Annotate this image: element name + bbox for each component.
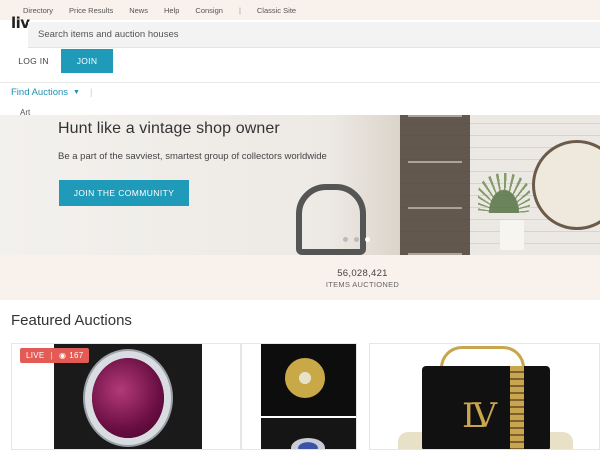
nav-divider: |: [89, 87, 93, 98]
caret-down-icon: ▼: [73, 89, 80, 96]
featured-auction-card[interactable]: [241, 343, 357, 450]
auction-image: [261, 344, 356, 416]
carousel-dot-active[interactable]: [365, 237, 370, 242]
items-auctioned-label: ITEMS AUCTIONED: [325, 280, 400, 289]
featured-auction-card[interactable]: LIVE | ◉ 167: [11, 343, 241, 450]
nav-help[interactable]: Help: [164, 6, 179, 15]
top-utility-nav: Directory Price Results News Help Consig…: [0, 0, 600, 20]
handbag-image: LV: [422, 366, 550, 449]
brand-emblem: LV: [462, 396, 497, 436]
shelf-image: [400, 115, 470, 255]
eye-icon: ◉: [58, 351, 67, 360]
mirror-image: [296, 184, 366, 255]
carousel-dot[interactable]: [354, 237, 359, 242]
live-badge: LIVE | ◉ 167: [20, 348, 90, 363]
nav-classic-site[interactable]: Classic Site: [257, 6, 296, 15]
site-logo[interactable]: liv: [11, 14, 30, 32]
viewer-count: 167: [69, 351, 84, 360]
badge-divider: |: [50, 351, 53, 360]
chain-image: [510, 366, 524, 449]
join-button[interactable]: JOIN: [61, 49, 113, 73]
items-auctioned-count: 56,028,421: [337, 268, 388, 279]
nav-price-results[interactable]: Price Results: [69, 6, 113, 15]
live-label: LIVE: [26, 351, 45, 360]
auction-image: [261, 418, 356, 449]
opal-ring-image: [285, 358, 325, 398]
nav-consign[interactable]: Consign: [195, 6, 223, 15]
hero-subtitle: Be a part of the savviest, smartest grou…: [58, 151, 327, 162]
carousel-dots: [343, 237, 370, 242]
nav-news[interactable]: News: [129, 6, 148, 15]
login-button[interactable]: LOG IN: [6, 49, 61, 73]
hero-title: Hunt like a vintage shop owner: [58, 120, 280, 137]
header-divider: [0, 82, 600, 83]
join-community-button[interactable]: JOIN THE COMMUNITY: [59, 180, 189, 206]
pot-image: [500, 220, 524, 250]
search-input[interactable]: Search items and auction houses: [28, 22, 600, 48]
plant-image: [478, 173, 530, 213]
find-auctions-label: Find Auctions: [11, 87, 69, 98]
nav-separator: |: [238, 5, 241, 15]
sapphire-ring-image: [291, 438, 325, 449]
featured-auction-card[interactable]: LV: [369, 343, 600, 450]
featured-auctions-heading: Featured Auctions: [11, 312, 132, 329]
strap-image: [440, 346, 525, 368]
find-auctions-dropdown[interactable]: Find Auctions ▼ |: [11, 87, 92, 98]
gem-ring-image: [92, 358, 164, 438]
carousel-dot[interactable]: [343, 237, 348, 242]
search-placeholder: Search items and auction houses: [38, 29, 179, 40]
